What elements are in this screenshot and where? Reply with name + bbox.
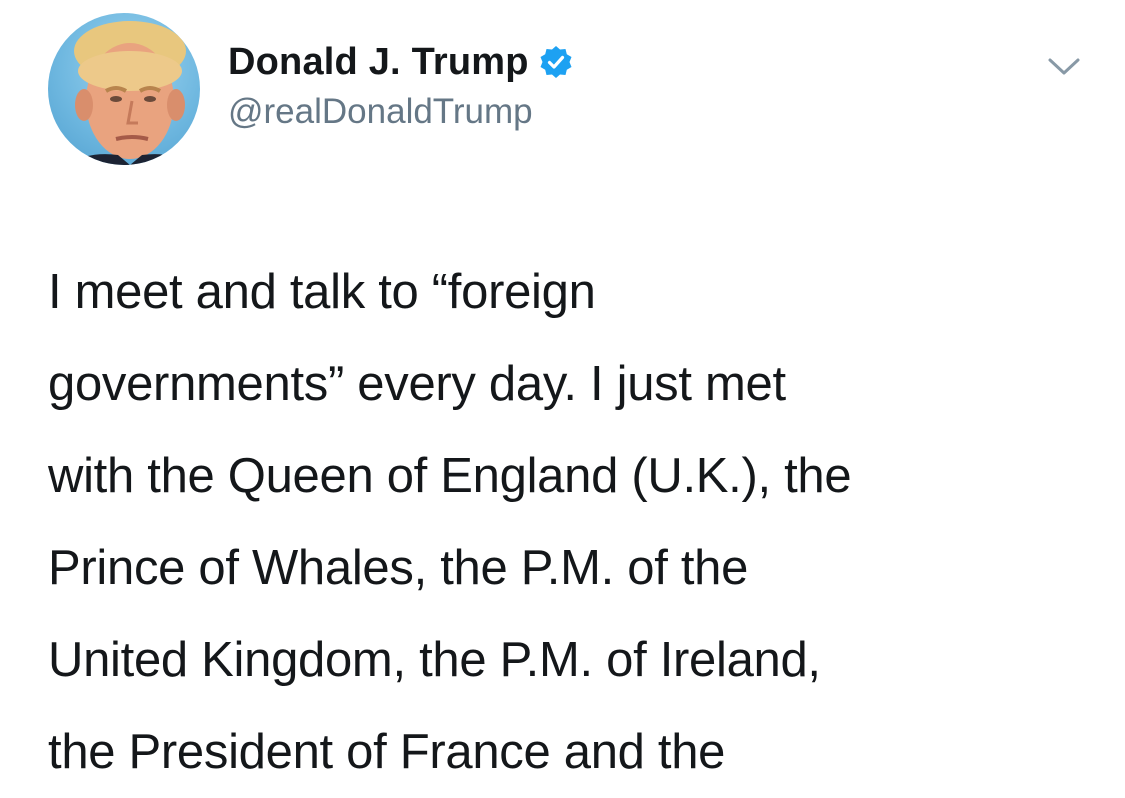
tweet-text-line: the President of France and the [48,725,726,779]
display-name[interactable]: Donald J. Trump [228,41,529,84]
profile-photo-icon [68,21,192,165]
tweet-text-line: governments” every day. I just met [48,357,786,411]
tweet-menu-button[interactable] [1044,52,1084,80]
chevron-down-icon [1048,58,1080,75]
tweet-text-line: United Kingdom, the P.M. of Ireland, [48,633,821,687]
author-handle[interactable]: @realDonaldTrump [228,92,573,132]
tweet-text-line: with the Queen of England (U.K.), the [48,449,852,503]
tweet-text: I meet and talk to “foreign governments”… [48,246,1088,798]
author-avatar[interactable] [48,13,200,165]
verified-badge-icon [539,45,573,79]
tweet-text-line: I meet and talk to “foreign [48,265,596,319]
tweet-text-line: Prince of Whales, the P.M. of the [48,541,749,595]
name-row: Donald J. Trump [228,38,573,86]
author-block: Donald J. Trump @realDonaldTrump [228,38,573,132]
tweet-card: Donald J. Trump @realDonaldTrump I meet … [0,0,1125,792]
